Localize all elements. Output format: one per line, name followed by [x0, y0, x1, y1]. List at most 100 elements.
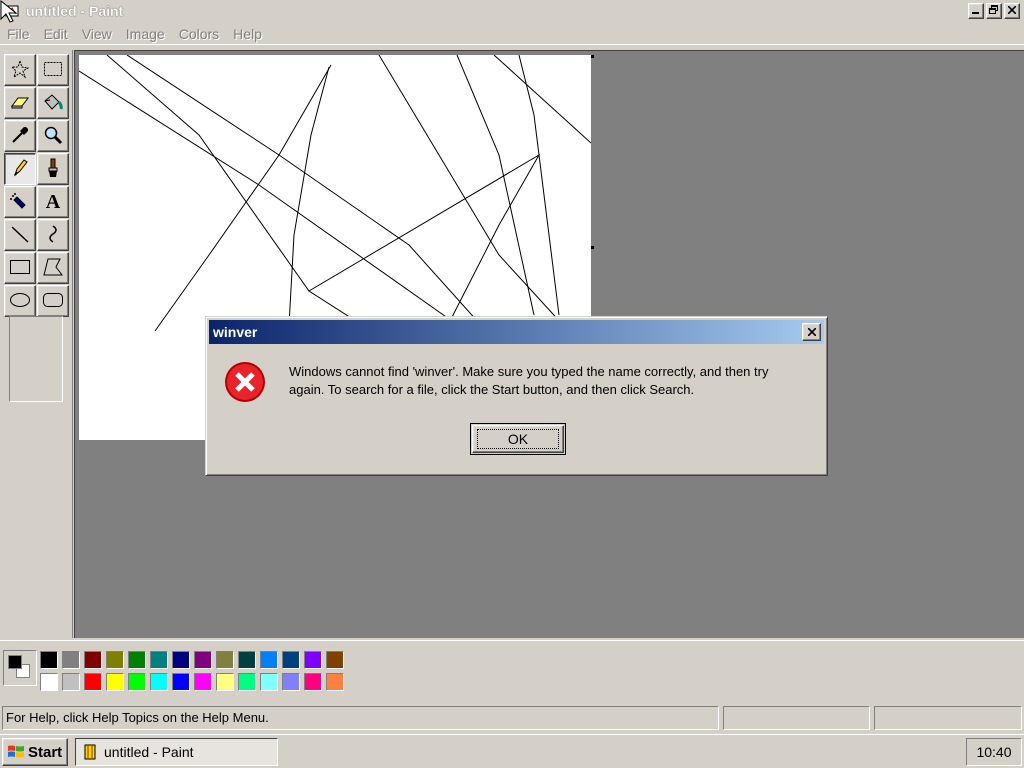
tool-ellipse[interactable]	[4, 285, 36, 317]
tool-brush[interactable]	[37, 153, 69, 185]
restore-button[interactable]	[986, 3, 1002, 19]
tool-free-form-select[interactable]	[4, 54, 36, 86]
tool-polygon[interactable]	[37, 252, 69, 284]
minimize-button[interactable]	[968, 3, 984, 19]
status-coordinates	[722, 706, 871, 730]
menu-view[interactable]: View	[75, 26, 119, 42]
tool-options-box[interactable]	[9, 316, 63, 402]
taskbar-item-paint[interactable]: untitled - Paint	[75, 738, 278, 766]
color-swatch[interactable]	[170, 649, 192, 671]
dialog-close-button[interactable]	[802, 323, 821, 341]
eyedropper-icon	[10, 125, 30, 148]
color-swatch[interactable]	[302, 649, 324, 671]
tool-line[interactable]	[4, 219, 36, 251]
tool-box: A	[0, 50, 73, 638]
taskbar: Start untitled - Paint 10:40	[0, 734, 1024, 768]
color-swatch[interactable]	[280, 649, 302, 671]
color-swatch[interactable]	[104, 671, 126, 693]
start-label: Start	[28, 743, 63, 761]
rounded-rectangle-icon	[42, 292, 64, 311]
tool-text[interactable]: A	[37, 186, 69, 218]
ok-button[interactable]: OK	[470, 423, 566, 455]
color-swatch[interactable]	[236, 671, 258, 693]
mouse-cursor-icon	[0, 0, 20, 24]
restore-icon	[989, 5, 999, 17]
color-swatch[interactable]	[38, 671, 60, 693]
close-icon	[1007, 4, 1017, 17]
curve-icon	[43, 224, 63, 247]
tool-fill[interactable]	[37, 87, 69, 119]
color-swatch[interactable]	[192, 649, 214, 671]
tool-pick-color[interactable]	[4, 120, 36, 152]
minimize-icon	[972, 6, 980, 17]
color-swatch[interactable]	[148, 649, 170, 671]
color-box	[0, 640, 1024, 700]
menu-image[interactable]: Image	[119, 26, 172, 42]
color-swatch[interactable]	[236, 649, 258, 671]
line-icon	[10, 224, 30, 247]
color-swatch[interactable]	[126, 671, 148, 693]
menu-help[interactable]: Help	[226, 26, 269, 42]
color-swatch[interactable]	[82, 649, 104, 671]
taskbar-item-label: untitled - Paint	[104, 744, 194, 760]
tool-rectangle[interactable]	[4, 252, 36, 284]
airbrush-icon	[9, 191, 31, 214]
magnifier-icon	[43, 125, 63, 148]
color-swatch[interactable]	[126, 649, 148, 671]
error-icon	[223, 360, 267, 404]
color-swatch[interactable]	[82, 671, 104, 693]
color-swatch[interactable]	[170, 671, 192, 693]
color-swatch[interactable]	[148, 671, 170, 693]
color-swatch[interactable]	[214, 649, 236, 671]
select-icon	[43, 61, 63, 80]
dialog-message-line: again. To search for a file, click the S…	[289, 382, 695, 397]
status-bar: For Help, click Help Topics on the Help …	[0, 704, 1024, 732]
menu-edit[interactable]: Edit	[37, 26, 75, 42]
title-bar[interactable]: untitled - Paint	[0, 0, 1024, 22]
clock[interactable]: 10:40	[976, 744, 1011, 760]
resize-handle[interactable]	[591, 246, 594, 249]
tool-curve[interactable]	[37, 219, 69, 251]
close-icon	[806, 325, 817, 339]
foreground-color-swatch	[8, 655, 22, 669]
tool-pencil[interactable]	[4, 153, 36, 185]
color-swatch[interactable]	[38, 649, 60, 671]
color-swatch[interactable]	[280, 671, 302, 693]
tool-airbrush[interactable]	[4, 186, 36, 218]
color-swatch[interactable]	[324, 649, 346, 671]
close-button[interactable]	[1004, 3, 1020, 19]
brush-icon	[43, 157, 63, 182]
error-dialog: winver Windows cannot find 'winver'. Mak…	[205, 316, 828, 476]
pencil-icon	[10, 158, 30, 181]
dialog-message: Windows cannot find 'winver'. Make sure …	[289, 363, 819, 399]
color-swatch[interactable]	[302, 671, 324, 693]
eraser-icon	[10, 94, 30, 113]
color-swatch[interactable]	[60, 649, 82, 671]
tool-eraser[interactable]	[4, 87, 36, 119]
menu-bar: File Edit View Image Colors Help	[0, 23, 1024, 45]
start-button[interactable]: Start	[2, 738, 68, 766]
color-swatch[interactable]	[104, 649, 126, 671]
system-tray: 10:40	[966, 738, 1022, 766]
window-title: untitled - Paint	[26, 3, 124, 19]
color-swatch[interactable]	[214, 671, 236, 693]
color-swatch[interactable]	[258, 649, 280, 671]
color-swatch[interactable]	[324, 671, 346, 693]
polygon-icon	[42, 257, 64, 280]
resize-handle[interactable]	[591, 55, 594, 58]
menu-colors[interactable]: Colors	[172, 26, 226, 42]
ok-button-face: OK	[472, 425, 564, 453]
fill-bucket-icon	[42, 92, 64, 115]
menu-file[interactable]: File	[0, 26, 37, 42]
ellipse-icon	[9, 292, 31, 311]
status-size	[874, 706, 1022, 730]
tool-rounded-rectangle[interactable]	[37, 285, 69, 317]
tool-magnifier[interactable]	[37, 120, 69, 152]
color-swatch[interactable]	[258, 671, 280, 693]
dialog-title: winver	[213, 324, 258, 340]
dialog-title-bar[interactable]: winver	[209, 320, 824, 344]
tool-select[interactable]	[37, 54, 69, 86]
color-swatch[interactable]	[192, 671, 214, 693]
current-colors[interactable]	[3, 650, 37, 686]
color-swatch[interactable]	[60, 671, 82, 693]
